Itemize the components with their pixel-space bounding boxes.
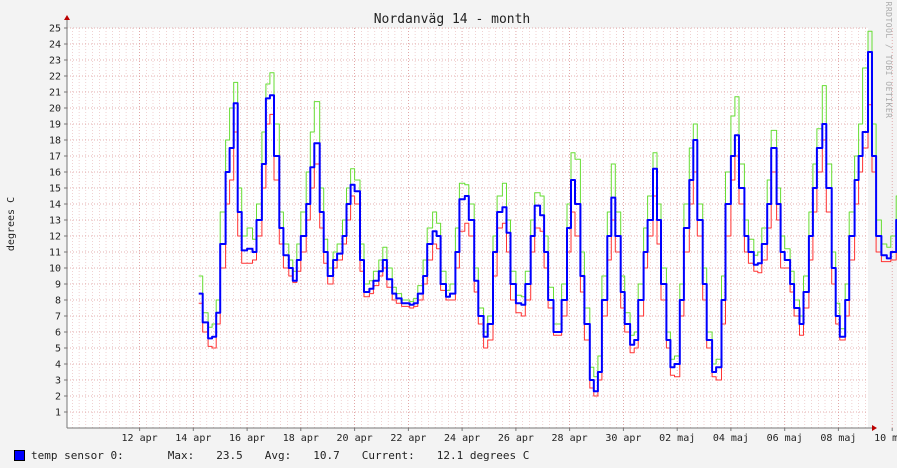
y-tick-label: 2: [55, 392, 61, 403]
y-axis-arrow: [64, 15, 70, 20]
x-tick-label: 06 maj: [767, 433, 803, 444]
legend: temp sensor 0: Max: 23.5 Avg: 10.7 Curre…: [14, 448, 529, 462]
legend-swatch: [14, 449, 25, 461]
legend-avg-label: Avg:: [264, 448, 292, 462]
legend-current-label: Current:: [361, 448, 415, 462]
y-tick-label: 11: [49, 248, 61, 259]
y-tick-label: 25: [49, 24, 61, 35]
y-tick-label: 9: [55, 280, 61, 291]
x-tick-label: 22 apr: [390, 433, 426, 444]
y-tick-label: 14: [49, 200, 61, 211]
rrdtool-watermark: RRDTOOL / TOBI OETIKER: [884, 2, 893, 119]
x-tick-label: 20 apr: [337, 433, 373, 444]
legend-max-value: 23.5: [216, 448, 243, 462]
y-tick-label: 13: [49, 216, 61, 227]
y-tick-label: 4: [55, 360, 61, 371]
plot-area: [67, 28, 868, 428]
y-tick-labels: 1234567891011121314151617181920212223242…: [49, 24, 61, 419]
temperature-chart: 1234567891011121314151617181920212223242…: [6, 2, 897, 444]
y-tick-label: 8: [55, 296, 61, 307]
y-tick-label: 17: [49, 152, 61, 163]
x-axis-arrow: [872, 425, 877, 431]
chart-title: Nordanväg 14 - month: [374, 12, 531, 27]
legend-label: temp sensor 0:: [31, 448, 124, 462]
y-tick-label: 20: [49, 104, 61, 115]
legend-max-label: Max:: [167, 448, 195, 462]
y-tick-label: 18: [49, 136, 61, 147]
y-tick-label: 3: [55, 376, 61, 387]
x-tick-label: 30 apr: [605, 433, 641, 444]
y-tick-label: 15: [49, 184, 61, 195]
y-tick-label: 12: [49, 232, 61, 243]
y-tick-label: 22: [49, 72, 61, 83]
y-tick-label: 16: [49, 168, 61, 179]
legend-avg-value: 10.7: [313, 448, 340, 462]
y-tick-label: 24: [49, 40, 61, 51]
x-tick-label: 12 apr: [122, 433, 158, 444]
x-tick-label: 16 apr: [229, 433, 265, 444]
y-axis-label: degrees C: [6, 197, 17, 251]
x-tick-label: 14 apr: [175, 433, 211, 444]
x-tick-label: 18 apr: [283, 433, 319, 444]
y-tick-label: 5: [55, 344, 61, 355]
y-tick-label: 6: [55, 328, 61, 339]
y-tick-label: 7: [55, 312, 61, 323]
x-tick-label: 04 maj: [713, 433, 749, 444]
x-tick-label: 10 maj: [874, 433, 897, 444]
x-tick-labels: 12 apr 14 apr 16 apr 18 apr 20 apr 22 apr 24 a…: [122, 433, 897, 444]
y-tick-label: 21: [49, 88, 61, 99]
x-tick-label: 24 apr: [444, 433, 480, 444]
y-tick-label: 19: [49, 120, 61, 131]
legend-current-value: 12.1 degrees C: [436, 448, 530, 462]
y-tick-label: 23: [49, 56, 61, 67]
y-tick-label: 10: [49, 264, 61, 275]
x-tick-label: 26 apr: [498, 433, 534, 444]
x-tick-label: 08 maj: [820, 433, 856, 444]
x-tick-label: 02 maj: [659, 433, 695, 444]
y-tick-label: 1: [55, 408, 61, 419]
x-tick-label: 28 apr: [552, 433, 588, 444]
